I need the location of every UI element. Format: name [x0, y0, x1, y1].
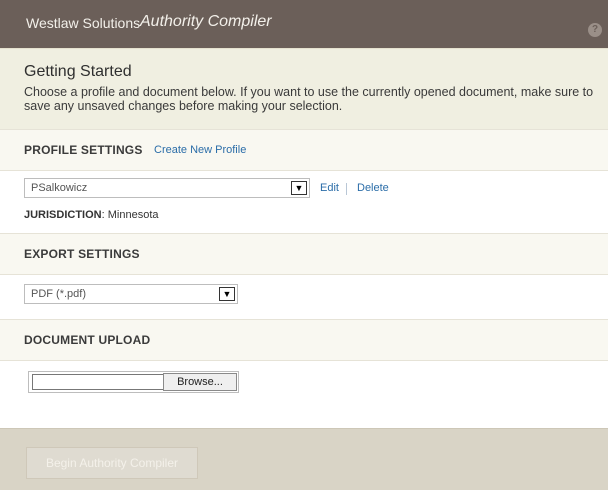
export-settings-title: EXPORT SETTINGS: [24, 247, 140, 261]
document-upload-title: DOCUMENT UPLOAD: [24, 333, 151, 347]
jurisdiction-value: : Minnesota: [101, 209, 159, 221]
export-format-value: PDF (*.pdf): [31, 288, 87, 300]
edit-profile-link[interactable]: Edit: [320, 182, 339, 194]
brand-name: Westlaw Solutions: [26, 15, 141, 31]
help-icon[interactable]: ?: [588, 23, 602, 37]
product-name: Authority Compiler: [140, 13, 272, 30]
export-format-select[interactable]: PDF (*.pdf) ▼: [24, 284, 238, 304]
create-new-profile-link[interactable]: Create New Profile: [154, 144, 246, 156]
export-settings-header: EXPORT SETTINGS: [0, 233, 608, 275]
link-separator: [346, 183, 347, 195]
getting-started-title: Getting Started: [24, 63, 132, 80]
file-upload-control: Browse...: [28, 371, 239, 393]
profile-select-value: PSalkowicz: [31, 182, 88, 194]
browse-button[interactable]: Browse...: [163, 373, 237, 391]
file-path-input[interactable]: [32, 374, 164, 390]
delete-profile-link[interactable]: Delete: [357, 182, 389, 194]
jurisdiction-label: JURISDICTION: [24, 209, 102, 221]
title-bar: Westlaw Solutions Authority Compiler ?: [0, 0, 608, 48]
getting-started-section: Getting Started Choose a profile and doc…: [0, 48, 608, 130]
document-upload-header: DOCUMENT UPLOAD: [0, 319, 608, 361]
profile-select[interactable]: PSalkowicz ▼: [24, 178, 310, 198]
profile-settings-title: PROFILE SETTINGS: [24, 143, 143, 157]
footer-bar: Begin Authority Compiler: [0, 428, 608, 490]
chevron-down-icon[interactable]: ▼: [219, 287, 235, 301]
authority-compiler-panel: Westlaw Solutions Authority Compiler ? G…: [0, 0, 608, 490]
chevron-down-icon[interactable]: ▼: [291, 181, 307, 195]
profile-settings-header: PROFILE SETTINGS Create New Profile: [0, 129, 608, 171]
jurisdiction-text: JURISDICTION: Minnesota: [24, 209, 159, 221]
getting-started-description: Choose a profile and document below. If …: [24, 85, 594, 113]
begin-authority-compiler-button[interactable]: Begin Authority Compiler: [26, 447, 198, 479]
